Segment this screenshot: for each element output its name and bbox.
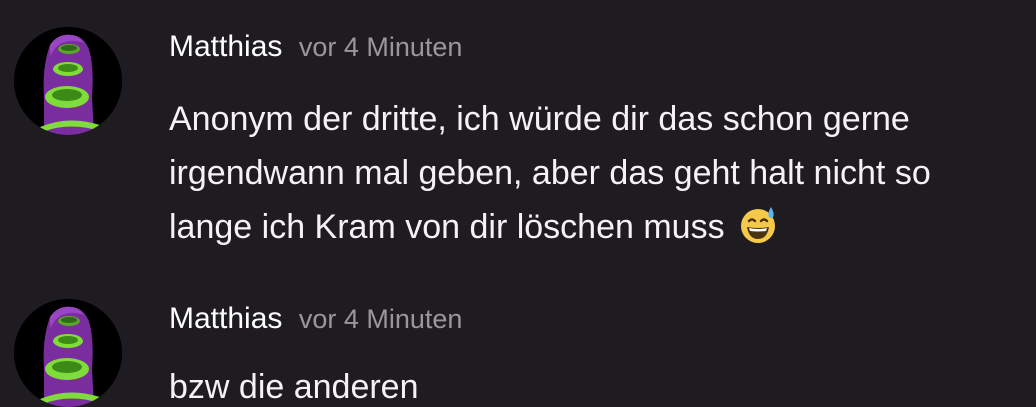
comment-feed: Matthias vor 4 Minuten Anonym der dritte… (0, 0, 1036, 407)
author-name[interactable]: Matthias (169, 30, 282, 63)
timestamp: vor 4 Minuten (298, 32, 463, 62)
comment-header: Matthias vor 4 Minuten (169, 30, 462, 64)
comment-text-content: bzw die anderen (169, 368, 419, 406)
comment-text: bzw die anderen (169, 360, 1019, 407)
timestamp: vor 4 Minuten (298, 304, 463, 334)
comment-text-content: Anonym der dritte, ich würde dir das sch… (169, 100, 931, 246)
author-name[interactable]: Matthias (169, 302, 282, 335)
grinning-face-with-sweat-icon (738, 205, 778, 245)
comment-header: Matthias vor 4 Minuten (169, 302, 462, 336)
avatar[interactable] (14, 27, 122, 135)
comment-text: Anonym der dritte, ich würde dir das sch… (169, 92, 1019, 254)
purple-tentacle-avatar-icon (14, 299, 122, 407)
avatar[interactable] (14, 299, 122, 407)
purple-tentacle-avatar-icon (14, 27, 122, 135)
